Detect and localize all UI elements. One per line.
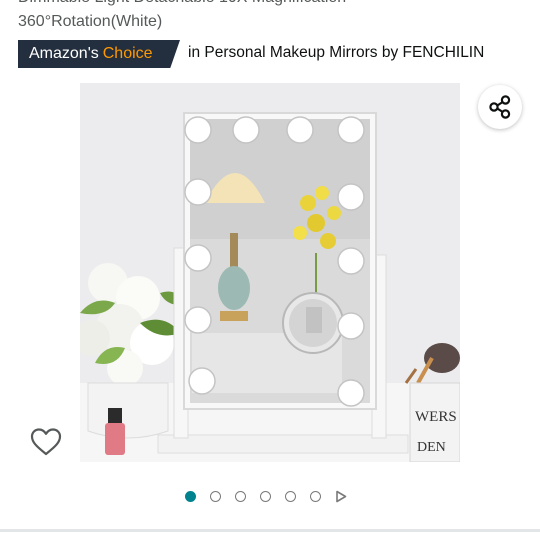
carousel-dot-4[interactable] [260, 490, 271, 502]
cup-text-1: WERS [415, 409, 457, 425]
section-divider [0, 529, 540, 532]
badge-label-amazons: Amazon's [29, 45, 99, 62]
video-play-icon[interactable] [335, 490, 347, 503]
heart-outline-icon [30, 428, 62, 456]
carousel-dot-6[interactable] [310, 490, 321, 502]
share-icon [489, 95, 511, 119]
carousel-dot-1[interactable] [185, 490, 196, 502]
add-to-wishlist-button[interactable] [28, 424, 64, 460]
cup-text-2: DEN [417, 440, 446, 455]
product-title-line-1: Dimmable Light Detachable 10X Magnificat… [18, 0, 346, 8]
product-photo: WERS DEN [80, 83, 460, 462]
carousel-dot-3[interactable] [235, 490, 246, 502]
product-title-line-2: 360°Rotation(White) [18, 13, 163, 30]
badge-label-choice: Choice [102, 45, 153, 62]
carousel-dot-5[interactable] [285, 490, 296, 502]
carousel-dot-2[interactable] [210, 490, 221, 502]
share-button[interactable] [478, 85, 522, 129]
choice-category-text[interactable]: in Personal Makeup Mirrors by FENCHILIN [188, 44, 484, 62]
amazons-choice-badge[interactable]: Amazon's Choice [18, 40, 180, 68]
image-carousel-indicator [185, 489, 347, 503]
product-image[interactable]: WERS DEN [80, 83, 460, 462]
